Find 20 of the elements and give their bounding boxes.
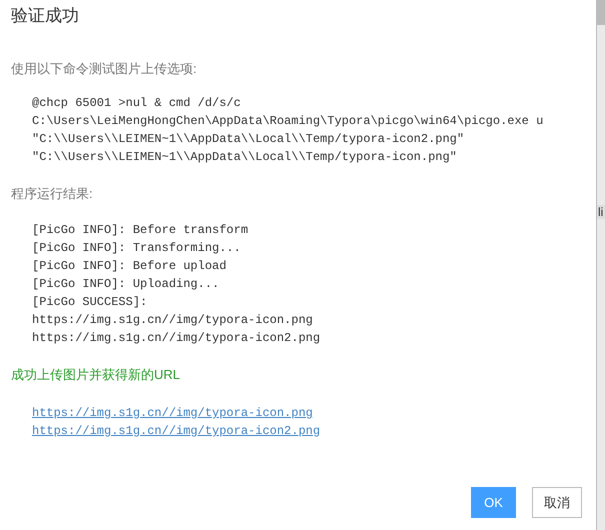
cancel-button[interactable]: 取消: [532, 487, 582, 518]
dialog-title: 验证成功: [11, 5, 80, 26]
intro-label: 使用以下命令测试图片上传选项:: [11, 60, 198, 78]
log-line: [PicGo INFO]: Transforming...: [32, 240, 241, 257]
background-text: li: [597, 205, 605, 219]
log-line: [PicGo INFO]: Before transform: [32, 222, 248, 239]
result-label: 程序运行结果:: [11, 185, 94, 203]
command-line: "C:\\Users\\LEIMEN~1\\AppData\\Local\\Temp/typora-icon.png": [32, 149, 457, 166]
success-message: 成功上传图片并获得新的URL: [11, 366, 182, 384]
url-link[interactable]: https://img.s1g.cn//img/typora-icon2.png: [32, 422, 320, 440]
log-line: [PicGo INFO]: Before upload: [32, 258, 226, 275]
ok-button[interactable]: OK: [471, 487, 516, 518]
log-line: [PicGo SUCCESS]:: [32, 294, 148, 311]
command-line: @chcp 65001 >nul & cmd /d/s/c: [32, 95, 241, 112]
log-line: [PicGo INFO]: Uploading...: [32, 276, 220, 293]
url-link[interactable]: https://img.s1g.cn//img/typora-icon.png: [32, 404, 313, 422]
command-line: C:\Users\LeiMengHongChen\AppData\Roaming\Typora\picgo\win64\picgo.exe u: [32, 113, 544, 130]
log-line: https://img.s1g.cn//img/typora-icon2.png: [32, 330, 320, 347]
log-line: https://img.s1g.cn//img/typora-icon.png: [32, 312, 313, 329]
command-line: "C:\\Users\\LEIMEN~1\\AppData\\Local\\Temp/typora-icon2.png": [32, 131, 464, 148]
